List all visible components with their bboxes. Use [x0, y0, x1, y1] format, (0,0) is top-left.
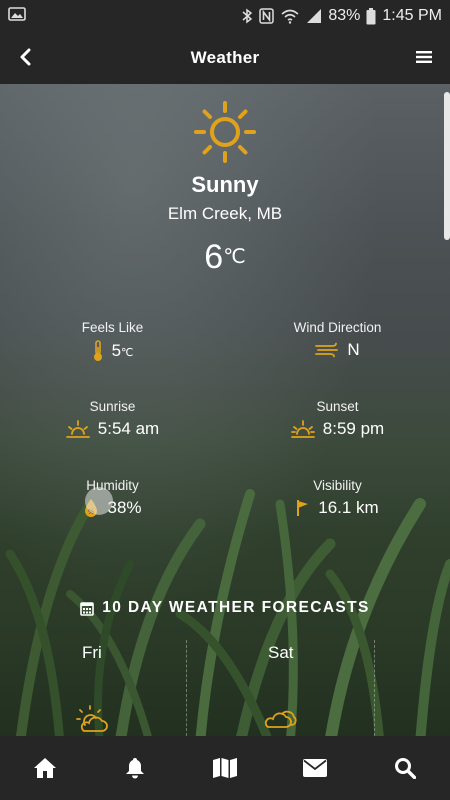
wind-icon: [315, 342, 339, 358]
calendar-icon: [80, 601, 95, 616]
sunset-stat: Sunset 8:59 pm: [225, 399, 450, 439]
chevron-left-icon: [20, 48, 31, 66]
wind-direction-value: N: [347, 340, 360, 359]
app-header: Weather: [0, 32, 450, 84]
hamburger-menu-icon: [416, 51, 432, 63]
nav-alerts-button[interactable]: [113, 746, 157, 790]
forecast-day[interactable]: Fri: [76, 643, 108, 736]
humidity-label: Humidity: [86, 478, 139, 493]
signal-icon: [306, 8, 322, 24]
bell-icon: [126, 758, 144, 779]
bluetooth-icon: [241, 8, 253, 24]
location-name: Elm Creek, MB: [167, 204, 283, 223]
search-icon: [395, 758, 416, 779]
temperature-unit: ℃: [223, 246, 246, 268]
clock: 1:45 PM: [382, 7, 442, 24]
sunrise-icon: [65, 420, 90, 438]
sunrise-stat: Sunrise 5:54 am: [0, 399, 225, 439]
wind-direction-stat: Wind Direction N: [225, 320, 450, 360]
sun-icon: [194, 101, 256, 163]
battery-icon: [366, 7, 376, 25]
nav-home-button[interactable]: [23, 746, 67, 790]
status-bar: 83% 1:45 PM: [0, 0, 450, 32]
nav-search-button[interactable]: [383, 746, 427, 790]
nav-messages-button[interactable]: [293, 746, 337, 790]
menu-button[interactable]: [412, 45, 436, 69]
feels-like-label: Feels Like: [81, 320, 144, 335]
sunset-value: 8:59 pm: [322, 419, 385, 438]
back-button[interactable]: [14, 45, 38, 69]
temperature-value: 6: [204, 238, 224, 276]
nfc-icon: [259, 8, 275, 24]
forecast-day-name: Sat: [268, 643, 294, 662]
page-title: Weather: [190, 48, 260, 67]
nav-map-button[interactable]: [203, 746, 247, 790]
thermometer-icon: [93, 340, 102, 361]
battery-percent: 83%: [328, 7, 361, 24]
feels-like-value: 5: [111, 341, 122, 360]
home-icon: [34, 758, 56, 778]
sunset-icon: [290, 420, 315, 438]
wind-direction-label: Wind Direction: [293, 320, 382, 335]
visibility-label: Visibility: [313, 478, 362, 493]
feels-like-unit: ℃: [121, 347, 134, 359]
wifi-icon: [280, 8, 300, 24]
forecast-header: 10 DAY WEATHER FORECASTS: [0, 599, 450, 617]
partly-cloudy-icon: [76, 705, 108, 732]
mail-icon: [303, 759, 327, 777]
weather-condition: Sunny: [191, 172, 259, 197]
forecast-divider: [374, 640, 375, 736]
sunrise-value: 5:54 am: [97, 419, 160, 438]
forecast-day[interactable]: Sat: [264, 643, 297, 736]
image-icon: [8, 6, 26, 27]
map-icon: [213, 758, 237, 778]
visibility-value: 16.1 km: [318, 498, 379, 517]
bottom-navigation: [0, 736, 450, 800]
forecast-divider: [186, 640, 187, 736]
forecast-title: 10 DAY WEATHER FORECASTS: [102, 599, 370, 616]
current-temperature: 6℃: [0, 238, 450, 277]
flag-icon: [297, 500, 309, 516]
sunset-label: Sunset: [316, 399, 359, 414]
forecast-day-name: Fri: [82, 643, 102, 662]
touch-indicator: [85, 487, 113, 515]
feels-like-stat: Feels Like 5℃: [0, 320, 225, 362]
visibility-stat: Visibility 16.1 km: [225, 478, 450, 518]
cloudy-icon: [264, 710, 297, 728]
sunrise-label: Sunrise: [89, 399, 136, 414]
